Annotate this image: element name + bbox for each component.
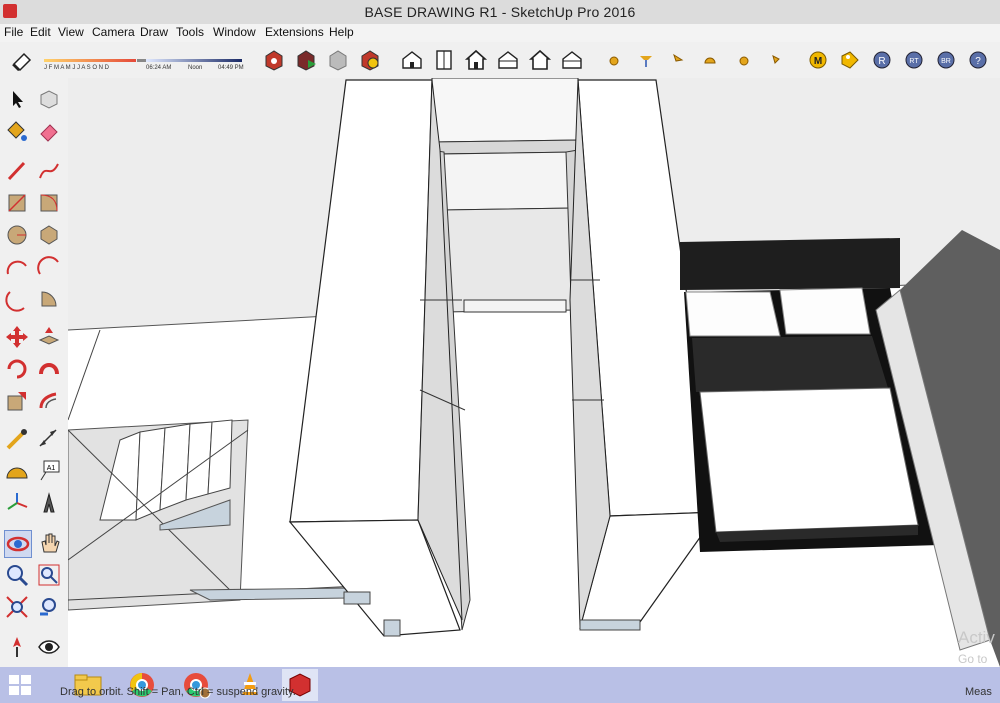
protractor-icon[interactable] <box>4 458 30 484</box>
view-iso-icon[interactable] <box>400 48 424 72</box>
view-back-icon[interactable] <box>528 48 552 72</box>
menu-draw[interactable]: Draw <box>140 25 168 39</box>
move-tool-icon[interactable] <box>4 324 30 350</box>
svg-text:A1: A1 <box>47 465 56 472</box>
scale-tool-icon[interactable] <box>4 388 30 414</box>
axes-tool-icon[interactable] <box>4 490 30 516</box>
title-bar: BASE DRAWING R1 - SketchUp Pro 2016 <box>0 0 1000 24</box>
menu-window[interactable]: Window <box>213 25 256 39</box>
modeling-viewport[interactable] <box>68 78 1000 667</box>
taskbar: Drag to orbit. Shift = Pan, Ctrl = suspe… <box>0 667 1000 703</box>
three-point-arc-icon[interactable] <box>4 286 30 312</box>
3d-text-icon[interactable] <box>36 490 62 516</box>
help-icon[interactable]: ? <box>966 48 990 72</box>
zoom-tool-icon[interactable] <box>4 562 30 588</box>
position-camera-icon[interactable] <box>4 634 30 660</box>
svg-text:?: ? <box>975 56 981 67</box>
3d-warehouse-icon[interactable] <box>262 48 286 72</box>
svg-text:R: R <box>878 56 885 67</box>
plugin-dome-icon[interactable] <box>698 48 722 72</box>
zoom-window-icon[interactable] <box>36 562 62 588</box>
activate-windows-subtext: Go to <box>958 652 988 666</box>
material-tag-icon[interactable] <box>838 48 862 72</box>
pie-tool-icon[interactable] <box>36 286 62 312</box>
plugin-sphere-icon[interactable] <box>602 48 626 72</box>
window-title: BASE DRAWING R1 - SketchUp Pro 2016 <box>364 4 636 20</box>
extension-warehouse-icon[interactable] <box>358 48 382 72</box>
shadow-time-mid: Noon <box>188 65 203 71</box>
view-left-icon[interactable] <box>560 48 584 72</box>
text-tool-icon[interactable]: A1 <box>36 458 62 484</box>
plugin-spot-icon[interactable] <box>666 48 690 72</box>
plugin-light-icon[interactable] <box>764 48 788 72</box>
dimension-tool-icon[interactable] <box>36 426 62 452</box>
line-tool-icon[interactable] <box>4 158 30 184</box>
select-tool-icon[interactable] <box>4 86 30 112</box>
orbit-tool-icon[interactable] <box>4 530 32 558</box>
shadow-time-start: 06:24 AM <box>146 65 172 71</box>
render-rt-icon[interactable]: RT <box>902 48 926 72</box>
menu-view[interactable]: View <box>58 25 84 39</box>
menu-bar: File Edit View Camera Draw Tools Window … <box>0 24 1000 42</box>
svg-text:RT: RT <box>909 58 919 65</box>
menu-extensions[interactable]: Extensions <box>265 25 324 39</box>
shadow-month-scale: J F M A M J J A S O N D <box>44 65 110 71</box>
arc-tool-icon[interactable] <box>4 254 30 280</box>
polygon-tool-icon[interactable] <box>36 222 62 248</box>
previous-view-icon[interactable] <box>36 594 62 620</box>
menu-edit[interactable]: Edit <box>30 25 51 39</box>
render-br-icon[interactable]: BR <box>934 48 958 72</box>
svg-text:BR: BR <box>941 58 951 65</box>
offset-tool-icon[interactable] <box>36 388 62 414</box>
view-right-icon[interactable] <box>496 48 520 72</box>
render-m-icon[interactable]: M <box>806 48 830 72</box>
shadows-toggle-icon[interactable] <box>10 48 34 72</box>
rotated-rectangle-icon[interactable] <box>36 190 62 216</box>
main-toolbar: J F M A M J J A S O N D 06:24 AM Noon 04… <box>0 42 1000 79</box>
freehand-icon[interactable] <box>36 158 62 184</box>
tool-palette: A1 <box>0 78 69 667</box>
follow-me-icon[interactable] <box>36 356 62 382</box>
windows-start-icon[interactable] <box>2 669 38 701</box>
eraser-icon[interactable] <box>36 118 62 144</box>
push-pull-icon[interactable] <box>36 324 62 350</box>
measurements-label: Meas <box>965 686 992 698</box>
render-r-icon[interactable]: R <box>870 48 894 72</box>
menu-help[interactable]: Help <box>329 25 354 39</box>
view-front-icon[interactable] <box>464 48 488 72</box>
menu-camera[interactable]: Camera <box>92 25 135 39</box>
tape-measure-icon[interactable] <box>4 426 30 452</box>
activate-windows-watermark: Activ <box>958 628 995 647</box>
pan-tool-icon[interactable] <box>36 530 62 556</box>
make-component-icon[interactable] <box>36 86 62 112</box>
plugin-omni-icon[interactable] <box>732 48 756 72</box>
view-top-icon[interactable] <box>432 48 456 72</box>
paint-bucket-icon[interactable] <box>4 118 30 144</box>
rectangle-tool-icon[interactable] <box>4 190 30 216</box>
status-hint: Drag to orbit. Shift = Pan, Ctrl = suspe… <box>60 686 296 698</box>
two-point-arc-icon[interactable] <box>36 254 62 280</box>
shadow-time-end: 04:49 PM <box>218 65 244 71</box>
svg-text:M: M <box>814 56 822 67</box>
shadow-settings-widget[interactable]: J F M A M J J A S O N D 06:24 AM Noon 04… <box>42 47 252 73</box>
share-model-icon[interactable] <box>294 48 318 72</box>
share-component-icon[interactable] <box>326 48 350 72</box>
look-around-icon[interactable] <box>36 634 62 660</box>
menu-tools[interactable]: Tools <box>176 25 204 39</box>
rotate-tool-icon[interactable] <box>4 356 30 382</box>
zoom-extents-icon[interactable] <box>4 594 30 620</box>
menu-file[interactable]: File <box>4 25 23 39</box>
circle-tool-icon[interactable] <box>4 222 30 248</box>
plugin-lamp-icon[interactable] <box>634 48 658 72</box>
